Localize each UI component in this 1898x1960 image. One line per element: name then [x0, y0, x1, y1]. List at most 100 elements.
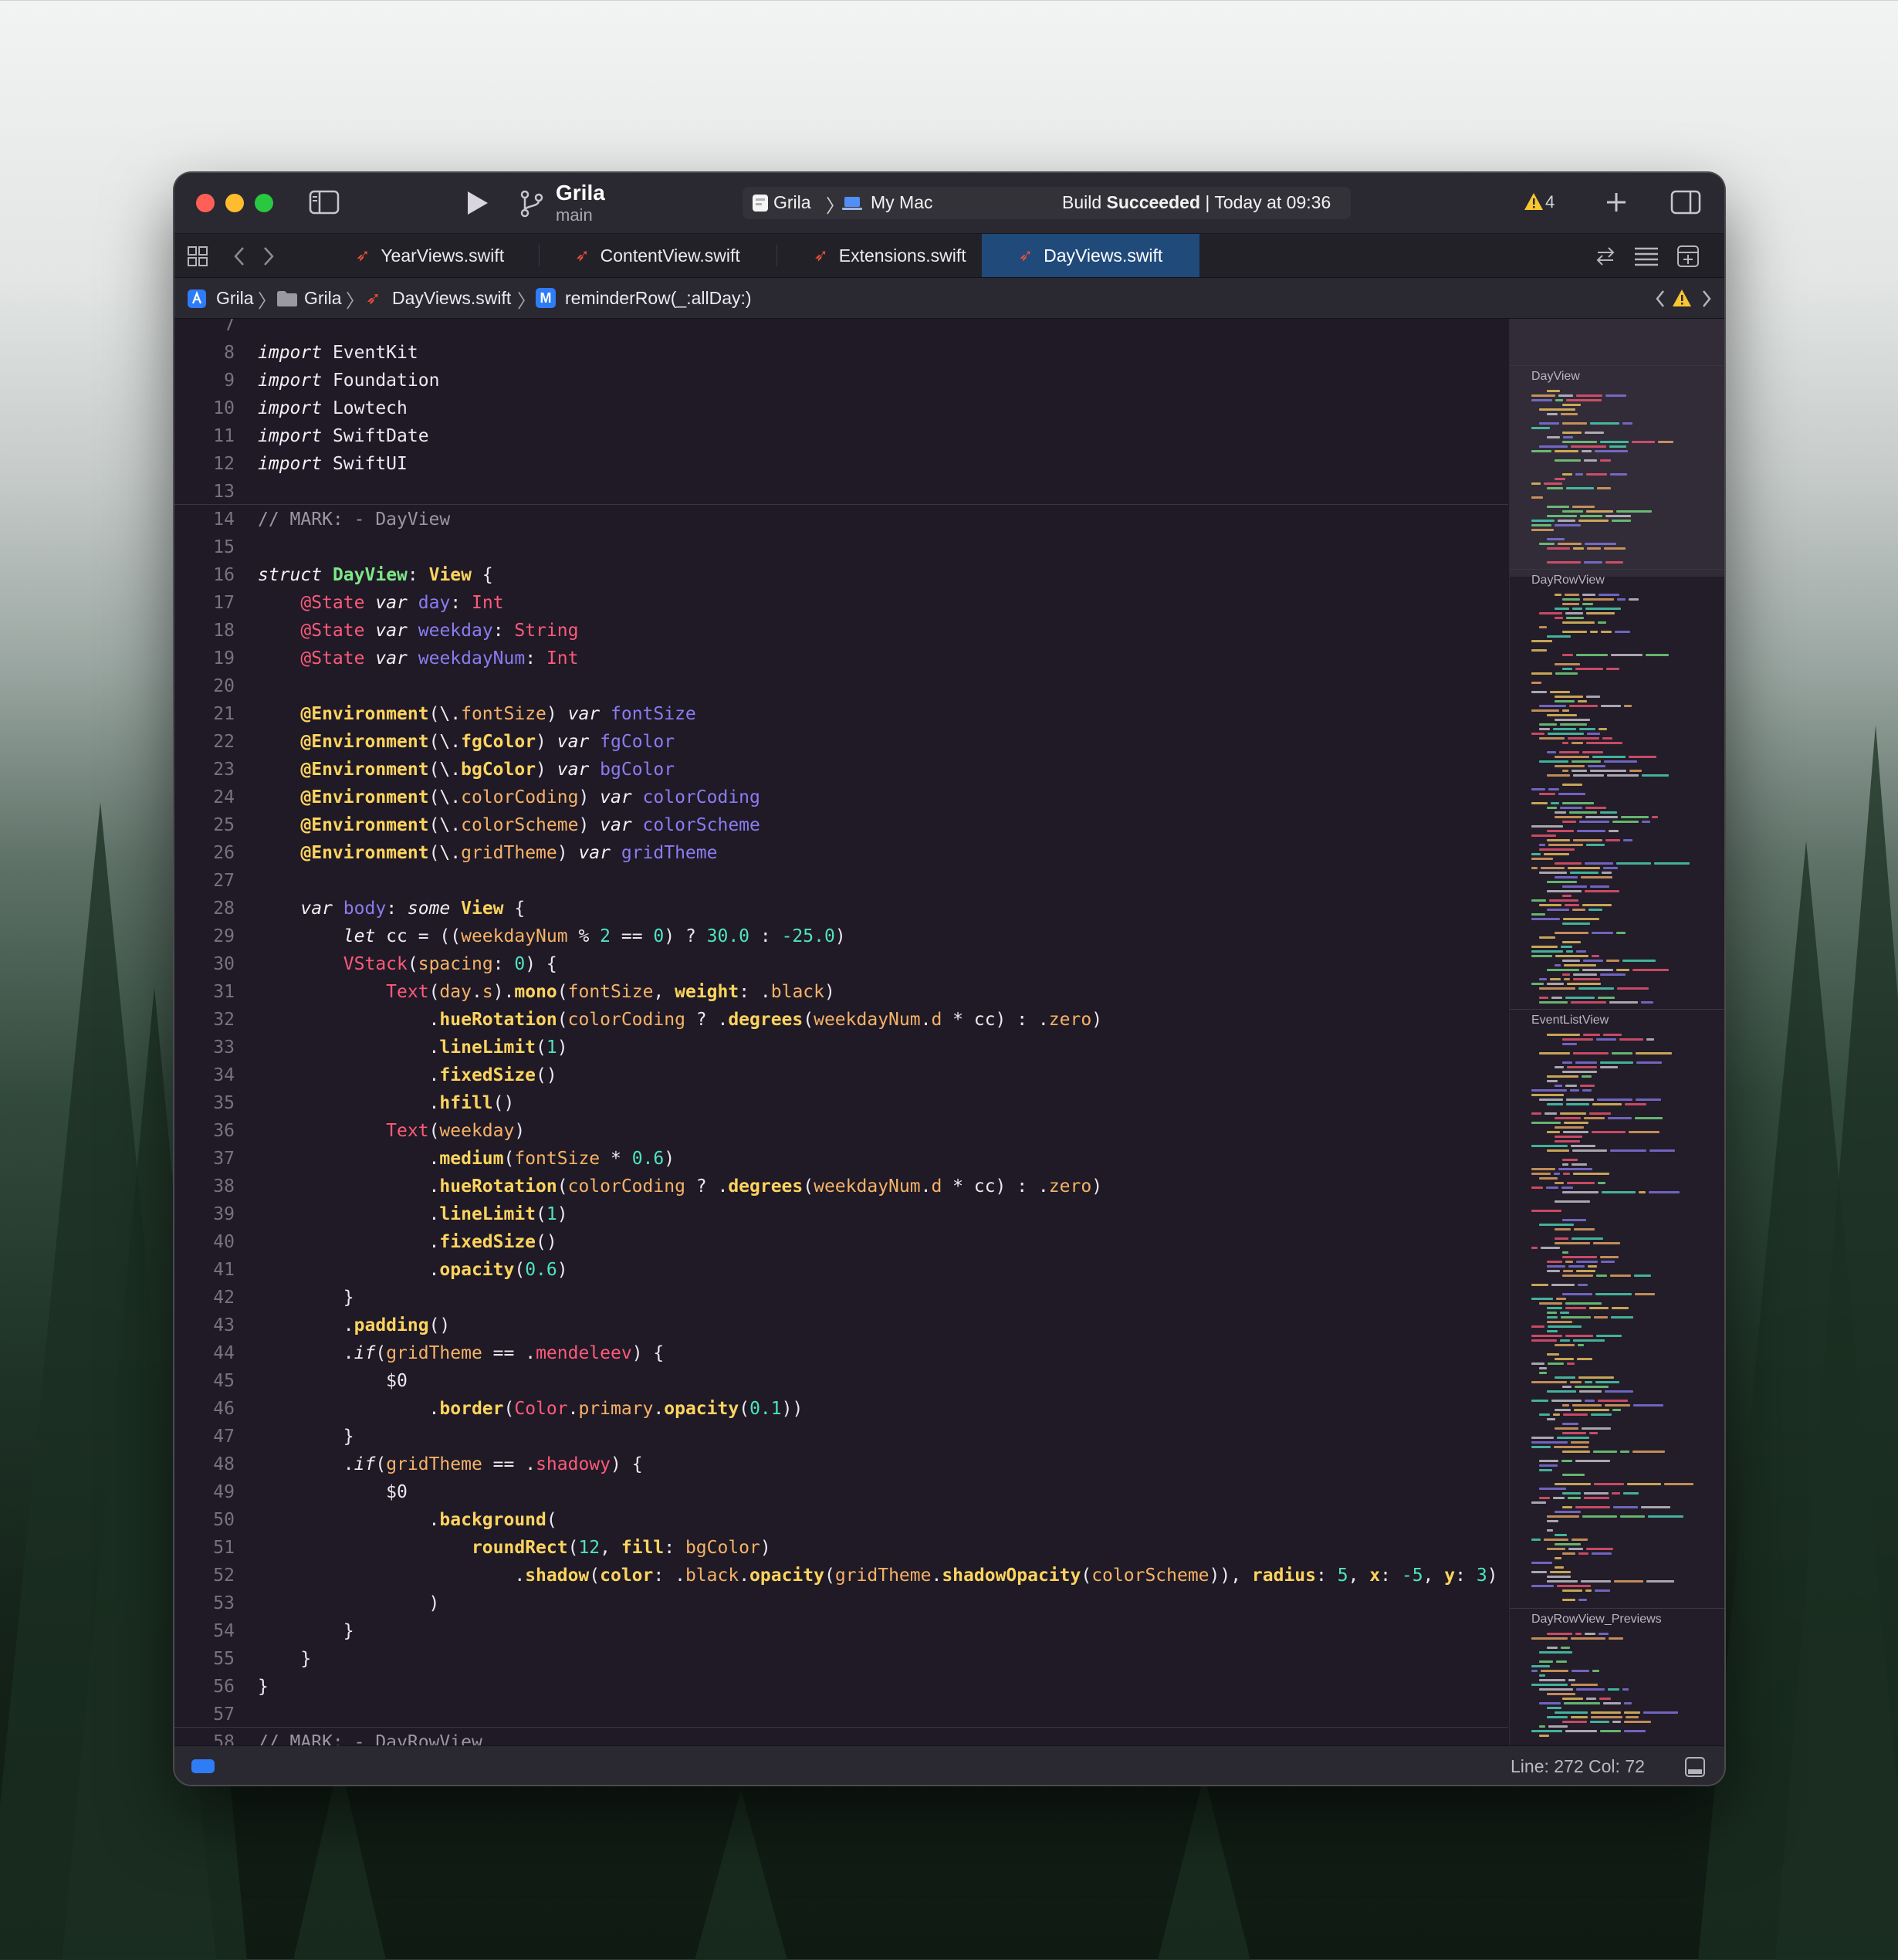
code-line[interactable]: 43 .padding() — [174, 1312, 1508, 1339]
minimap-code-mark — [1641, 1001, 1653, 1004]
code-line[interactable]: 30 VStack(spacing: 0) { — [174, 950, 1508, 978]
next-issue-chevron-icon[interactable] — [1700, 289, 1714, 313]
code-line[interactable]: 32 .hueRotation(colorCoding ? .degrees(w… — [174, 1006, 1508, 1034]
minimap-section-label[interactable]: DayRowView_Previews — [1531, 1613, 1662, 1627]
code-line[interactable]: 39 .lineLimit(1) — [174, 1200, 1508, 1228]
minimap-section-label[interactable]: DayView — [1531, 370, 1580, 384]
code-line[interactable]: 42 } — [174, 1284, 1508, 1312]
code-line[interactable]: 46 .border(Color.primary.opacity(0.1)) — [174, 1395, 1508, 1423]
code-line[interactable]: 56} — [174, 1673, 1508, 1701]
code-line[interactable]: 51 roundRect(12, fill: bgColor) — [174, 1534, 1508, 1562]
zoom-window-button[interactable] — [255, 194, 273, 212]
code-line[interactable]: 54 } — [174, 1617, 1508, 1645]
code-line[interactable]: 26 @Environment(\.gridTheme) var gridThe… — [174, 839, 1508, 867]
code-line[interactable]: 16 struct DayView: View { — [174, 561, 1508, 589]
minimap-code-mark — [1547, 635, 1571, 638]
forward-chevron-icon[interactable] — [261, 245, 276, 271]
debug-area-indicator-icon[interactable] — [191, 1759, 215, 1773]
tab-extensions[interactable]: ➶ Extensions.swift — [781, 234, 999, 277]
run-play-icon[interactable] — [465, 190, 489, 220]
code-line[interactable]: 17 @State var day: Int — [174, 589, 1508, 617]
issue-warning-icon[interactable] — [1672, 289, 1692, 311]
code-line[interactable]: 7 — [174, 319, 1508, 339]
close-window-button[interactable] — [196, 194, 215, 212]
code-line[interactable]: 11 import SwiftDate — [174, 422, 1508, 450]
breadcrumb-method[interactable]: reminderRow(_:allDay:) — [565, 288, 752, 309]
related-items-swap-icon[interactable] — [1595, 245, 1616, 271]
code-line[interactable]: 21 @Environment(\.fontSize) var fontSize — [174, 700, 1508, 728]
code-line[interactable]: 38 .hueRotation(colorCoding ? .degrees(w… — [174, 1173, 1508, 1200]
breadcrumb-file[interactable]: DayViews.swift — [392, 288, 511, 309]
code-line[interactable]: 50 .background( — [174, 1506, 1508, 1534]
code-line[interactable]: 41 .opacity(0.6) — [174, 1256, 1508, 1284]
minimap-section-label[interactable]: DayRowView — [1531, 574, 1605, 587]
code-line[interactable]: 29 let cc = ((weekdayNum % 2 == 0) ? 30.… — [174, 922, 1508, 950]
code-line[interactable]: 31 Text(day.s).mono(fontSize, weight: .b… — [174, 978, 1508, 1006]
code-line[interactable]: 27 — [174, 867, 1508, 895]
sidebar-toggle-icon[interactable] — [309, 190, 340, 218]
code-line[interactable]: 36 Text(weekday) — [174, 1117, 1508, 1145]
editor-options-lines-icon[interactable] — [1633, 245, 1659, 271]
code-line[interactable]: 23 @Environment(\.bgColor) var bgColor — [174, 756, 1508, 784]
code-line[interactable]: 53 ) — [174, 1589, 1508, 1617]
code-line[interactable]: 10 import Lowtech — [174, 394, 1508, 422]
source-branch-icon[interactable] — [519, 188, 545, 223]
code-line[interactable]: 58 // MARK: - DayRowView — [174, 1728, 1508, 1745]
minimap-code-mark — [1539, 737, 1565, 740]
code-line[interactable]: 57 — [174, 1701, 1508, 1728]
code-line[interactable]: 44 .if(gridTheme == .mendeleev) { — [174, 1339, 1508, 1367]
minimap-code-mark — [1548, 788, 1559, 790]
code-line[interactable]: 28 var body: some View { — [174, 895, 1508, 922]
tab-yearviews[interactable]: ➶ YearViews.swift — [326, 234, 534, 277]
code-line[interactable]: 9 import Foundation — [174, 367, 1508, 394]
code-line[interactable]: 20 — [174, 672, 1508, 700]
code-line[interactable]: 35 .hfill() — [174, 1089, 1508, 1117]
run-destination[interactable]: My Mac — [871, 192, 933, 213]
minimap-code-mark — [1531, 1670, 1538, 1672]
code-line[interactable]: 18 @State var weekday: String — [174, 617, 1508, 645]
code-line[interactable]: 52 .shadow(color: .black.opacity(gridThe… — [174, 1562, 1508, 1589]
code-line[interactable]: 12 import SwiftUI — [174, 450, 1508, 478]
code-line[interactable]: 15 — [174, 533, 1508, 561]
previous-issue-chevron-icon[interactable] — [1653, 289, 1667, 313]
code-line[interactable]: 55 } — [174, 1645, 1508, 1673]
add-editor-icon[interactable] — [1676, 245, 1700, 272]
minimize-window-button[interactable] — [225, 194, 244, 212]
warning-icon[interactable] — [1524, 192, 1544, 215]
code-line[interactable]: 47 } — [174, 1423, 1508, 1451]
breadcrumb-project[interactable]: Grila — [216, 288, 254, 309]
code-line[interactable]: 14 // MARK: - DayView — [174, 506, 1508, 533]
code-line[interactable]: 40 .fixedSize() — [174, 1228, 1508, 1256]
code-line[interactable]: 45 $0 — [174, 1367, 1508, 1395]
code-line[interactable]: 13 — [174, 478, 1508, 506]
code-line[interactable]: 48 .if(gridTheme == .shadowy) { — [174, 1451, 1508, 1478]
code-line[interactable]: 34 .fixedSize() — [174, 1061, 1508, 1089]
source-editor[interactable]: 7 8 import EventKit 9 import Foundation 10 imp… — [174, 319, 1508, 1745]
minimap-visible-region[interactable] — [1510, 319, 1724, 577]
code-line[interactable]: 33 .lineLimit(1) — [174, 1034, 1508, 1061]
add-plus-icon[interactable] — [1604, 190, 1629, 218]
inspector-toggle-icon[interactable] — [1670, 190, 1701, 218]
code-line[interactable]: 22 @Environment(\.fgColor) var fgColor — [174, 728, 1508, 756]
code-line[interactable]: 8 import EventKit — [174, 339, 1508, 367]
scheme-target[interactable]: Grila — [773, 192, 811, 213]
code-line[interactable]: 49 $0 — [174, 1478, 1508, 1506]
code-line[interactable]: 25 @Environment(\.colorScheme) var color… — [174, 811, 1508, 839]
minimap-code-mark — [1562, 1698, 1583, 1700]
tab-contentview[interactable]: ➶ ContentView.swift — [543, 234, 772, 277]
back-chevron-icon[interactable] — [232, 245, 247, 271]
minimap[interactable]: DayView DayRowView EventListView DayRowView… — [1509, 319, 1724, 1745]
line-number: 40 — [213, 1232, 235, 1252]
code-line[interactable]: 24 @Environment(\.colorCoding) var color… — [174, 784, 1508, 811]
grid-view-icon[interactable] — [187, 245, 208, 271]
code-line[interactable]: 19 @State var weekdayNum: Int — [174, 645, 1508, 672]
breadcrumb-folder[interactable]: Grila — [304, 288, 342, 309]
tab-dayviews[interactable]: ➶ DayViews.swift — [982, 234, 1199, 277]
code-line[interactable]: 37 .medium(fontSize * 0.6) — [174, 1145, 1508, 1173]
debug-area-toggle-icon[interactable] — [1684, 1756, 1706, 1782]
project-name[interactable]: Grila — [556, 181, 605, 205]
minimap-code-mark — [1585, 816, 1618, 818]
minimap-section-label[interactable]: EventListView — [1531, 1014, 1609, 1027]
minimap-code-mark — [1562, 1251, 1568, 1254]
warning-count[interactable]: 4 — [1545, 192, 1555, 212]
